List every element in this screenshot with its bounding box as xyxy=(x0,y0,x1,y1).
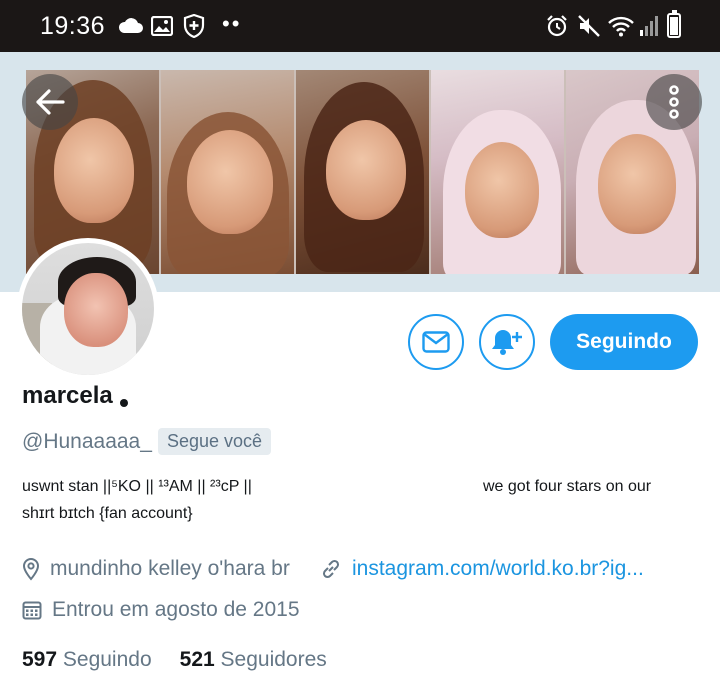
cloud-icon xyxy=(116,14,146,38)
mail-icon xyxy=(422,331,450,353)
bio-text: uswnt stan ||⁵KO || ¹³AM || ²³cP || xyxy=(22,478,252,495)
profile-avatar[interactable] xyxy=(17,238,159,380)
followers-label: Seguidores xyxy=(220,648,327,671)
more-notifications-indicator: •• xyxy=(222,11,242,36)
battery-icon xyxy=(667,10,681,38)
username-handle: @Hunaaaaa_ xyxy=(22,430,152,453)
bio-text: we got four stars on our xyxy=(483,478,652,495)
following-stat[interactable]: 597 Seguindo xyxy=(22,648,152,672)
following-count: 597 xyxy=(22,648,58,671)
following-button[interactable]: Seguindo xyxy=(550,314,698,370)
follow-stats: 597 Seguindo 521 Seguidores xyxy=(22,648,327,672)
status-bar: 19:36 •• xyxy=(0,0,720,52)
signal-icon xyxy=(638,14,660,38)
followers-count: 521 xyxy=(179,648,215,671)
following-label: Seguindo xyxy=(62,648,152,671)
image-icon xyxy=(150,14,174,38)
more-vertical-icon xyxy=(669,85,679,119)
arrow-left-icon xyxy=(36,89,65,115)
back-button[interactable] xyxy=(22,74,78,130)
location-pin-icon xyxy=(22,557,40,581)
bio-text: shɪrt bɪtch {fan account} xyxy=(22,505,193,522)
follows-you-badge: Segue você xyxy=(158,428,272,455)
message-button[interactable] xyxy=(408,314,464,370)
link-icon xyxy=(322,559,340,579)
join-date: Entrou em agosto de 2015 xyxy=(22,598,300,622)
battery-level xyxy=(670,17,678,35)
banner-photo-collage xyxy=(26,70,699,274)
name-emoji xyxy=(120,399,128,407)
more-options-button[interactable] xyxy=(646,74,702,130)
wifi-icon xyxy=(606,14,636,38)
banner-photo xyxy=(431,70,566,274)
location-text: mundinho kelley o'hara br xyxy=(50,557,290,580)
website[interactable]: instagram.com/world.ko.br?ig... xyxy=(320,557,644,581)
status-time: 19:36 xyxy=(40,12,106,40)
banner-photo xyxy=(161,70,296,274)
website-link[interactable]: instagram.com/world.ko.br?ig... xyxy=(352,557,644,581)
avatar-photo xyxy=(22,243,154,375)
alarm-icon xyxy=(544,14,570,38)
followers-stat[interactable]: 521 Seguidores xyxy=(180,648,327,672)
banner-photo xyxy=(296,70,431,274)
notifications-button[interactable] xyxy=(479,314,535,370)
bell-plus-icon xyxy=(492,330,522,355)
calendar-icon xyxy=(22,601,42,620)
shield-icon xyxy=(182,14,206,38)
location: mundinho kelley o'hara br xyxy=(22,557,290,581)
display-name: marcela xyxy=(22,382,113,409)
join-date-text: Entrou em agosto de 2015 xyxy=(52,598,300,621)
mute-icon xyxy=(576,14,602,38)
